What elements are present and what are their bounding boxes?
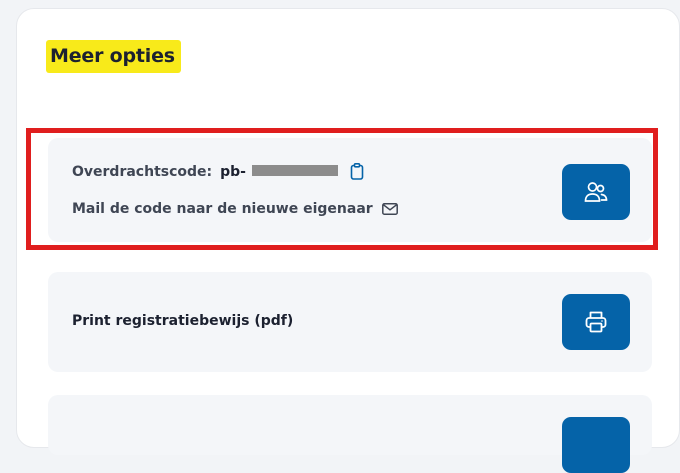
mail-code-label: Mail de code naar de nieuwe eigenaar <box>72 201 373 217</box>
transfer-code-label: Overdrachtscode: <box>72 163 213 180</box>
redacted-code <box>251 164 338 176</box>
transfer-code-prefix: pb- <box>220 163 246 180</box>
print-registration-card: Print registratiebewijs (pdf) <box>48 272 652 372</box>
transfer-code-row: Overdrachtscode: pb- <box>72 163 364 180</box>
print-registration-button[interactable] <box>562 294 630 350</box>
section-title: Meer opties <box>46 39 181 73</box>
transfer-code-value: pb- <box>220 164 338 180</box>
clipboard-icon[interactable] <box>350 163 364 180</box>
additional-option-card <box>48 395 652 473</box>
transfer-ownership-button[interactable] <box>562 164 630 220</box>
mail-code-link[interactable]: Mail de code naar de nieuwe eigenaar <box>72 201 398 217</box>
section-heading-wrapper: Meer opties <box>46 36 181 76</box>
transfer-code-card: Overdrachtscode: pb- Mail de code naar d… <box>48 138 652 242</box>
envelope-icon <box>381 203 398 215</box>
users-icon <box>584 181 608 203</box>
print-registration-label: Print registratiebewijs (pdf) <box>72 313 294 329</box>
additional-option-button[interactable] <box>562 417 630 473</box>
printer-icon <box>584 310 608 334</box>
